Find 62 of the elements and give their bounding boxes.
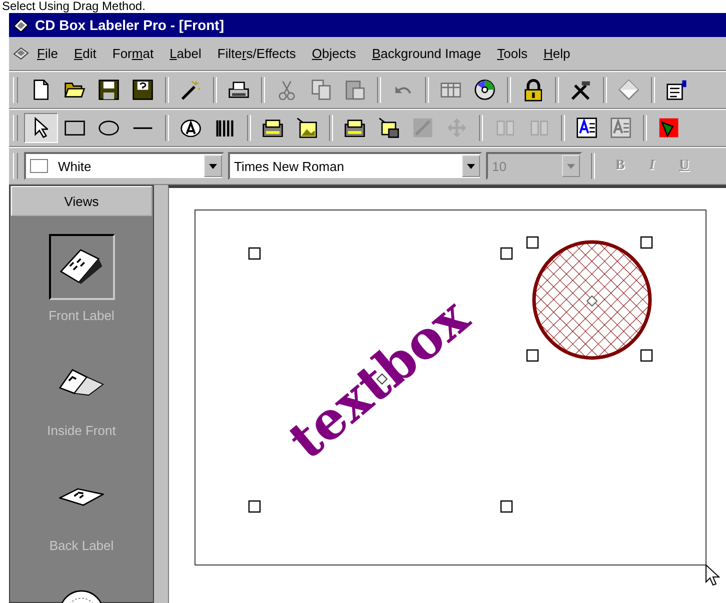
dropdown-value: Times New Roman: [233, 158, 346, 174]
open-case-icon: [59, 368, 104, 396]
flip-icon: [530, 120, 548, 136]
ellipse-icon: [98, 120, 120, 136]
center-marker-icon[interactable]: [586, 295, 598, 307]
padlock-icon: [524, 78, 542, 102]
flat-tray-icon: [59, 488, 104, 506]
color-swatch: [30, 159, 48, 173]
view-label: Front Label: [48, 308, 114, 323]
picture-icon: [296, 117, 318, 139]
document-icon[interactable]: [13, 47, 29, 60]
table-icon: [440, 82, 462, 98]
clipboard-icon: [344, 80, 366, 100]
center-marker-icon[interactable]: [376, 373, 388, 385]
rectangle-icon: [64, 120, 86, 136]
folder-icon: [64, 82, 86, 98]
flip-icon: [496, 120, 514, 136]
text-frame-icon: [610, 117, 632, 139]
menu-item[interactable]: Label: [162, 46, 210, 61]
pictures-icon: [378, 117, 400, 139]
view-button[interactable]: [48, 234, 114, 300]
text-frame-icon: [576, 117, 598, 139]
menu-item[interactable]: Filters/Effects: [209, 46, 304, 61]
framed-picture-icon: [658, 117, 680, 139]
circled-a-icon: [180, 118, 202, 138]
printer-icon: [228, 81, 250, 99]
caption-text: Select Using Drag Method.: [1, 0, 146, 13]
arrow-pointer-button[interactable]: [24, 113, 58, 143]
diamond-icon: [618, 79, 640, 101]
views-header-button[interactable]: Views: [11, 186, 152, 216]
barcode-icon: [216, 118, 234, 138]
font-dropdown[interactable]: Times New Roman: [228, 152, 482, 180]
mouse-cursor-icon: [706, 564, 720, 586]
color-dropdown[interactable]: White: [24, 152, 224, 180]
menu-item[interactable]: Tools: [489, 46, 536, 61]
view-label: Inside Front: [47, 423, 116, 438]
dropdown-value: White: [57, 158, 92, 174]
tilted-label-icon: [60, 249, 104, 285]
app-icon: [13, 18, 29, 32]
selection-handles[interactable]: [248, 247, 513, 513]
four-way-arrow-icon: [446, 117, 468, 139]
menu-item[interactable]: File: [29, 46, 66, 61]
menu-item[interactable]: Edit: [66, 46, 104, 61]
scissors-icon: [278, 80, 296, 100]
documents-icon: [310, 79, 332, 101]
menu-item[interactable]: Objects: [304, 46, 364, 61]
window-title: CD Box Labeler Pro - [Front]: [35, 17, 224, 33]
menu-item[interactable]: Format: [104, 46, 162, 61]
scanner-icon: [262, 118, 284, 138]
scanner-icon: [344, 118, 366, 138]
arrow-pointer-icon: [34, 117, 48, 139]
disc-icon: [474, 79, 496, 101]
dropdown-value: 10: [491, 158, 508, 174]
undo-arrow-icon: [394, 85, 412, 95]
page-icon: [32, 79, 50, 101]
resize-box-icon: [412, 117, 434, 139]
menu-item[interactable]: Background Image: [364, 46, 490, 61]
hammer-wrench-icon: [570, 80, 592, 100]
view-label: Back Label: [49, 538, 114, 553]
magic-wand-icon: [180, 80, 202, 100]
menu-item[interactable]: Help: [535, 46, 578, 61]
card-stack-icon: [666, 79, 688, 101]
